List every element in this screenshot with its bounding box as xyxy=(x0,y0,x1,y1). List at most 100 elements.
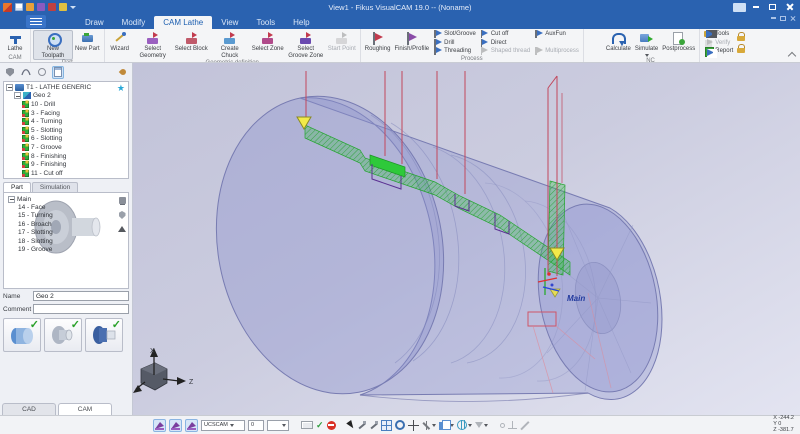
app-logo-icon[interactable] xyxy=(3,3,12,12)
tree-node-machine[interactable]: T1 - LATHE GENERIC xyxy=(4,83,128,92)
tab-simulation[interactable]: Simulation xyxy=(32,182,78,192)
grid-snap-icon[interactable] xyxy=(381,420,392,431)
unlock-icon[interactable] xyxy=(737,44,746,53)
pin-icon[interactable] xyxy=(120,69,128,75)
part-geometry-button[interactable]: ✓ xyxy=(3,318,41,352)
tab-part[interactable]: Part xyxy=(3,182,31,192)
shield-icon[interactable] xyxy=(119,211,126,219)
tree-operation[interactable]: 4 - Turning xyxy=(4,117,128,126)
mdi-restore-icon[interactable] xyxy=(780,16,786,21)
close-button[interactable] xyxy=(782,2,797,13)
tree-node-geometry[interactable]: Geo 2 xyxy=(4,92,128,101)
circle-icon[interactable] xyxy=(36,66,48,79)
pick-window-icon[interactable] xyxy=(369,421,378,430)
tree-operation[interactable]: 6 - Slotting xyxy=(4,135,128,144)
stamp-icon[interactable] xyxy=(119,197,126,204)
display-mode-control[interactable] xyxy=(422,421,436,430)
tree-operation[interactable]: 10 - Drill xyxy=(4,100,128,109)
curve-graph-icon[interactable] xyxy=(20,66,32,79)
tab-modify[interactable]: Modify xyxy=(113,16,155,29)
select-zone-button[interactable]: Select Zone xyxy=(250,30,286,54)
select-block-button[interactable]: Select Block xyxy=(173,30,210,54)
tree-operation[interactable]: 7 - Groove xyxy=(4,143,128,152)
select-groove-zone-button[interactable]: Select Groove Zone xyxy=(286,30,326,60)
ucs-view-icon[interactable] xyxy=(153,419,166,432)
part-tree-item[interactable]: 17 - Slotting xyxy=(4,229,128,237)
keyboard-icon[interactable] xyxy=(301,421,313,429)
tools-button[interactable]: Tools xyxy=(704,30,733,39)
tree-operation[interactable]: 11 - Cut off xyxy=(4,169,128,178)
tab-tools[interactable]: Tools xyxy=(247,16,284,29)
account-badge-icon[interactable] xyxy=(733,3,746,12)
layer-select[interactable] xyxy=(267,420,289,431)
block-geometry-button[interactable]: ✓ xyxy=(44,318,82,352)
tab-draw[interactable]: Draw xyxy=(76,16,113,29)
report-button[interactable]: Report xyxy=(704,47,733,56)
part-tree-item[interactable]: 15 - Turning xyxy=(4,212,128,220)
new-toolpath-button[interactable]: New Toolpath xyxy=(33,30,73,60)
wizard-button[interactable]: Wizard xyxy=(107,30,133,54)
collapse-icon[interactable] xyxy=(14,92,21,99)
pan-icon[interactable] xyxy=(408,420,419,431)
new-document-icon[interactable] xyxy=(15,3,23,11)
select-geometry-button[interactable]: Select Geometry xyxy=(133,30,173,60)
ribbon-collapse-icon[interactable] xyxy=(788,52,796,60)
perpendicular-snap-icon[interactable] xyxy=(508,421,517,429)
mdi-close-icon[interactable] xyxy=(790,15,796,21)
ucs-view-icon[interactable] xyxy=(169,419,182,432)
ucs-select[interactable]: UCSCAM xyxy=(201,420,245,431)
threading-button[interactable]: Threading xyxy=(433,47,476,56)
collapse-icon[interactable] xyxy=(6,84,13,91)
finish-profile-button[interactable]: Finish/Profile xyxy=(392,30,431,54)
layers-control[interactable] xyxy=(439,420,454,430)
point-snap-icon[interactable] xyxy=(500,423,505,428)
tree-operation[interactable]: 3 - Facing xyxy=(4,109,128,118)
calculate-button[interactable]: Calculate xyxy=(604,30,633,54)
undo-icon[interactable] xyxy=(48,3,56,11)
tab-view[interactable]: View xyxy=(212,16,247,29)
tab-cad[interactable]: CAD xyxy=(2,403,56,415)
layer-value[interactable]: 0 xyxy=(248,420,264,431)
pick-add-icon[interactable] xyxy=(357,421,366,430)
part-tree-item[interactable]: 18 - Slotting xyxy=(4,237,128,245)
filter-control[interactable] xyxy=(475,422,488,428)
orbit-icon[interactable] xyxy=(395,420,405,430)
mdi-minimize-icon[interactable] xyxy=(771,17,776,19)
favorite-star-icon[interactable]: ★ xyxy=(117,84,125,93)
ucs-view-icon[interactable] xyxy=(185,419,198,432)
mountain-icon[interactable] xyxy=(118,226,126,232)
create-chuck-button[interactable]: Create Chuck xyxy=(210,30,250,60)
part-tree-item[interactable]: 19 - Groove xyxy=(4,245,128,253)
comment-input[interactable] xyxy=(33,304,129,314)
cut-off-button[interactable]: Cut off xyxy=(480,30,530,39)
simulate-button[interactable]: Simulate xyxy=(633,30,660,58)
pointer-icon[interactable] xyxy=(346,420,356,430)
stop-icon[interactable] xyxy=(327,421,336,430)
minimize-button[interactable] xyxy=(748,2,763,13)
tab-help[interactable]: Help xyxy=(284,16,318,29)
tab-cam-lathe[interactable]: CAM Lathe xyxy=(154,16,212,29)
lock-icon[interactable] xyxy=(737,32,746,41)
save-document-icon[interactable] xyxy=(37,3,45,11)
tree-operation[interactable]: 8 - Finishing xyxy=(4,152,128,161)
postprocess-button[interactable]: Postprocess xyxy=(660,30,697,54)
collapse-icon[interactable] xyxy=(8,196,15,203)
open-document-icon[interactable] xyxy=(26,3,34,11)
name-input[interactable] xyxy=(33,291,129,301)
simulate-dropdown-icon[interactable] xyxy=(645,54,649,57)
auxfun-button[interactable]: AuxFun xyxy=(534,30,579,39)
line-snap-icon[interactable] xyxy=(520,421,529,430)
roughing-button[interactable]: Roughing xyxy=(363,30,393,54)
tree-operation[interactable]: 5 - Slotting xyxy=(4,126,128,135)
chuck-geometry-button[interactable]: ✓ xyxy=(85,318,123,352)
direct-button[interactable]: Direct xyxy=(480,39,530,48)
document-icon[interactable] xyxy=(52,66,64,79)
redo-icon[interactable] xyxy=(59,3,67,11)
viewport-canvas[interactable]: Main xyxy=(133,63,800,415)
part-tree-root[interactable]: Main xyxy=(4,195,128,203)
part-tree-item[interactable]: 14 - Face xyxy=(4,203,128,211)
lathe-button[interactable]: Lathe xyxy=(2,30,28,54)
part-tree-item[interactable]: 16 - Broach xyxy=(4,220,128,228)
tree-operation[interactable]: 9 - Finishing xyxy=(4,160,128,169)
new-part-button[interactable]: New Part xyxy=(73,30,102,54)
